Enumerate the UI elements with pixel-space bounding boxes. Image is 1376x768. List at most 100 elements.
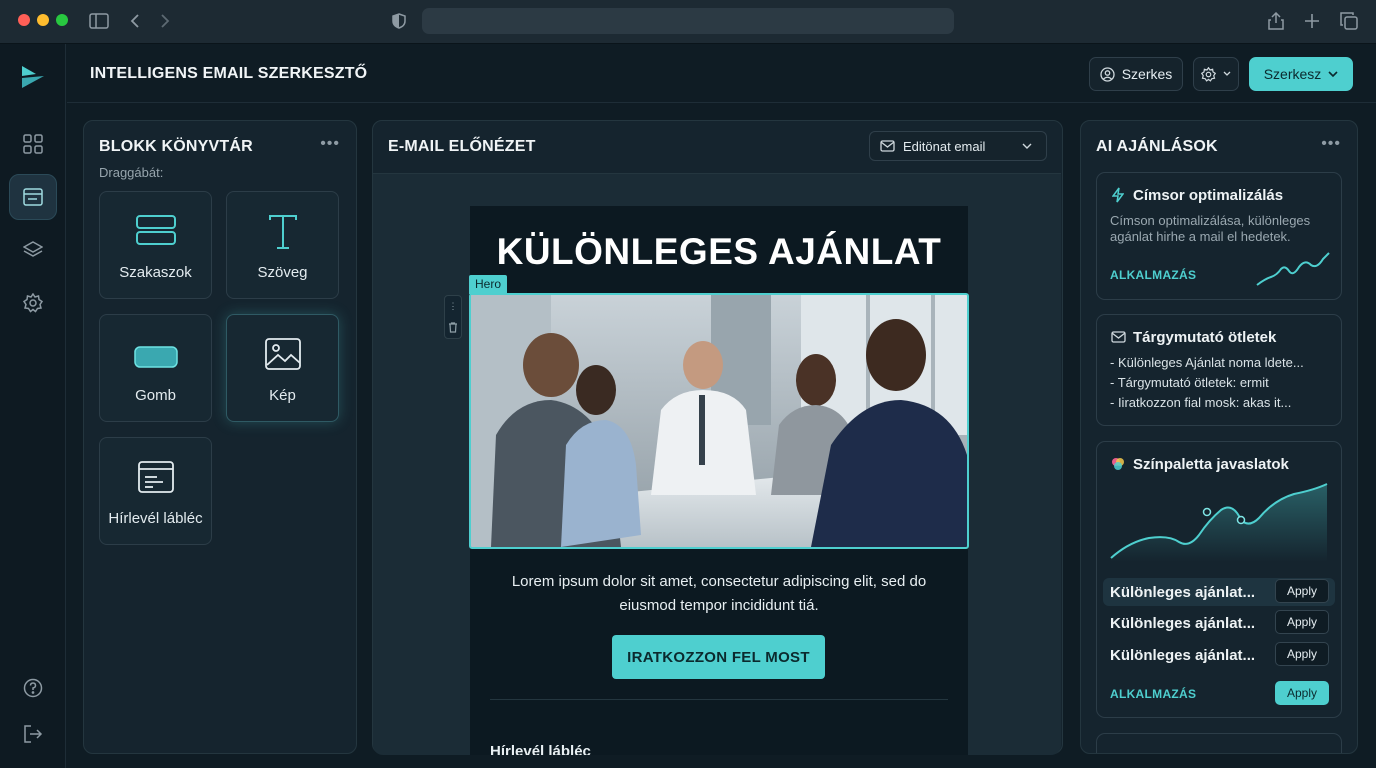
card-text: Címson optimalizálása, különleges agánla… — [1110, 213, 1311, 244]
app-logo — [20, 64, 46, 90]
hero-image[interactable] — [469, 293, 969, 549]
trend-sparkline — [1256, 252, 1330, 286]
list-item[interactable]: - Különleges Ajánlat noma ldete... — [1110, 353, 1331, 373]
apply-button[interactable]: Apply — [1275, 642, 1329, 666]
block-library-panel: BLOKK KÖNYVTÁR ••• Draggábát: Szakaszok … — [83, 120, 357, 754]
block-label: Szöveg — [257, 264, 308, 281]
sections-icon — [100, 214, 211, 246]
hero-block-toolbar: ⋮ — [444, 295, 462, 339]
drag-label: Draggábát: — [99, 165, 164, 180]
dashboard-icon[interactable] — [9, 121, 57, 167]
palette-suggestion-row[interactable]: Különleges ajánlat... Apply — [1103, 609, 1335, 637]
trash-icon[interactable] — [448, 322, 458, 333]
email-document: KÜLÖNLEGES AJÁNLAT Hero ⋮ Lorem ipsum do… — [444, 206, 969, 755]
apply-link[interactable]: ALKALMAZÁS — [1110, 268, 1196, 282]
block-label: Szakaszok — [119, 264, 192, 281]
palette-suggestion-row[interactable]: Különleges ajánlat... Apply — [1103, 641, 1335, 669]
ai-recommendations-panel: AI AJÁNLÁSOK ••• Címsor optimalizálás Cí… — [1080, 120, 1358, 754]
logout-icon[interactable] — [9, 711, 57, 757]
tab-overview-icon[interactable] — [1338, 10, 1360, 32]
block-text[interactable]: Szöveg — [226, 191, 339, 299]
card-title: Tárgymutató ötletek — [1133, 329, 1277, 346]
palette-icon — [1110, 456, 1126, 472]
block-sections[interactable]: Szakaszok — [99, 191, 212, 299]
chevron-down-icon — [1328, 70, 1338, 77]
address-bar[interactable] — [422, 8, 954, 34]
editor-icon[interactable] — [9, 174, 57, 220]
block-library-title: BLOKK KÖNYVTÁR — [99, 138, 253, 155]
close-window-button[interactable] — [18, 14, 30, 26]
cta-button[interactable]: IRATKOZZON FEL MOST — [612, 635, 825, 679]
subject-ideas-card: Tárgymutató ötletek - Különleges Ajánlat… — [1096, 314, 1342, 426]
hero-tag: Hero — [469, 275, 508, 294]
back-icon[interactable] — [124, 10, 146, 32]
nav-rail — [0, 44, 66, 768]
subject-ideas-list: - Különleges Ajánlat noma ldete... - Tár… — [1110, 353, 1331, 413]
forward-icon[interactable] — [154, 10, 176, 32]
app-window: INTELLIGENS EMAIL SZERKESZTŐ Szerkes Sze… — [0, 44, 1376, 768]
block-label: Kép — [269, 387, 296, 404]
drag-handle-icon[interactable]: ⋮ — [449, 301, 458, 312]
text-icon — [227, 214, 338, 250]
help-icon[interactable] — [9, 665, 57, 711]
apply-primary-button[interactable]: Apply — [1275, 681, 1329, 705]
ai-panel-title: AI AJÁNLÁSOK — [1096, 138, 1218, 155]
share-icon[interactable] — [1265, 10, 1287, 32]
palette-suggestion-row[interactable]: Különleges ajánlat... Apply — [1103, 578, 1335, 606]
layers-icon[interactable] — [9, 227, 57, 273]
palette-trend-chart — [1110, 483, 1328, 562]
user-button-label: Szerkes — [1121, 66, 1173, 82]
block-label: Hírlevél lábléc — [108, 510, 203, 527]
sidebar-toggle-icon[interactable] — [88, 10, 110, 32]
shield-icon[interactable] — [388, 10, 410, 32]
apply-button[interactable]: Apply — [1275, 610, 1329, 634]
email-select-dropdown[interactable]: Editönat email — [869, 131, 1047, 161]
image-icon — [227, 337, 338, 371]
email-select-value: Editönat email — [903, 138, 986, 154]
block-footer[interactable]: Hírlevél lábléc — [99, 437, 212, 545]
card-title: Színpaletta javaslatok — [1133, 456, 1289, 473]
browser-toolbar — [0, 0, 1376, 44]
apply-button[interactable]: Apply — [1275, 579, 1329, 603]
palette-suggestions-card: Színpaletta javaslatok Különleges ajánla… — [1096, 441, 1342, 718]
email-canvas: KÜLÖNLEGES AJÁNLAT Hero ⋮ Lorem ipsum do… — [373, 173, 1061, 755]
footer-icon — [100, 460, 211, 494]
suggestion-text: Különleges ajánlat... — [1110, 646, 1256, 664]
chevron-down-icon — [1223, 71, 1231, 76]
email-preview-panel: E-MAIL ELŐNÉZET Editönat email KÜLÖNLEGE… — [372, 120, 1063, 755]
minimize-window-button[interactable] — [37, 14, 49, 26]
block-image[interactable]: Kép — [226, 314, 339, 422]
gear-icon — [1201, 66, 1216, 82]
list-item[interactable]: - Tárgymutató ötletek: ermit — [1110, 373, 1331, 393]
email-body-text[interactable]: Lorem ipsum dolor sit amet, consectetur … — [490, 570, 948, 618]
settings-icon[interactable] — [9, 280, 57, 326]
user-icon — [1100, 66, 1115, 82]
maximize-window-button[interactable] — [56, 14, 68, 26]
apply-link[interactable]: ALKALMAZÁS — [1110, 687, 1196, 701]
edit-primary-button[interactable]: Szerkesz — [1249, 57, 1353, 91]
email-headline[interactable]: KÜLÖNLEGES AJÁNLAT — [470, 231, 968, 273]
settings-dropdown-button[interactable] — [1193, 57, 1239, 91]
suggestion-text: Különleges ajánlat... — [1110, 614, 1256, 632]
button-icon — [100, 343, 211, 371]
edit-primary-label: Szerkesz — [1263, 66, 1322, 82]
more-options-icon[interactable]: ••• — [320, 135, 340, 153]
next-card-partial — [1096, 733, 1342, 753]
chevron-down-icon — [1022, 143, 1032, 149]
app-header: INTELLIGENS EMAIL SZERKESZTŐ Szerkes Sze… — [67, 44, 1376, 103]
mail-icon — [880, 140, 895, 152]
headline-optimization-card: Címsor optimalizálás Címson optimalizálá… — [1096, 172, 1342, 300]
mail-icon — [1110, 329, 1126, 345]
email-footer-title[interactable]: Hírlevél lábléc — [490, 743, 591, 755]
app-title: INTELLIGENS EMAIL SZERKESZTŐ — [90, 65, 368, 82]
user-button[interactable]: Szerkes — [1089, 57, 1183, 91]
block-label: Gomb — [135, 387, 176, 404]
suggestion-text: Különleges ajánlat... — [1110, 583, 1256, 601]
card-title: Címsor optimalizálás — [1133, 187, 1284, 204]
list-item[interactable]: - Iiratkozzon fial mosk: akas it... — [1110, 393, 1331, 413]
new-tab-icon[interactable] — [1301, 10, 1323, 32]
more-options-icon[interactable]: ••• — [1321, 135, 1341, 153]
block-button[interactable]: Gomb — [99, 314, 212, 422]
email-preview-title: E-MAIL ELŐNÉZET — [388, 138, 536, 155]
lightning-icon — [1110, 187, 1126, 203]
